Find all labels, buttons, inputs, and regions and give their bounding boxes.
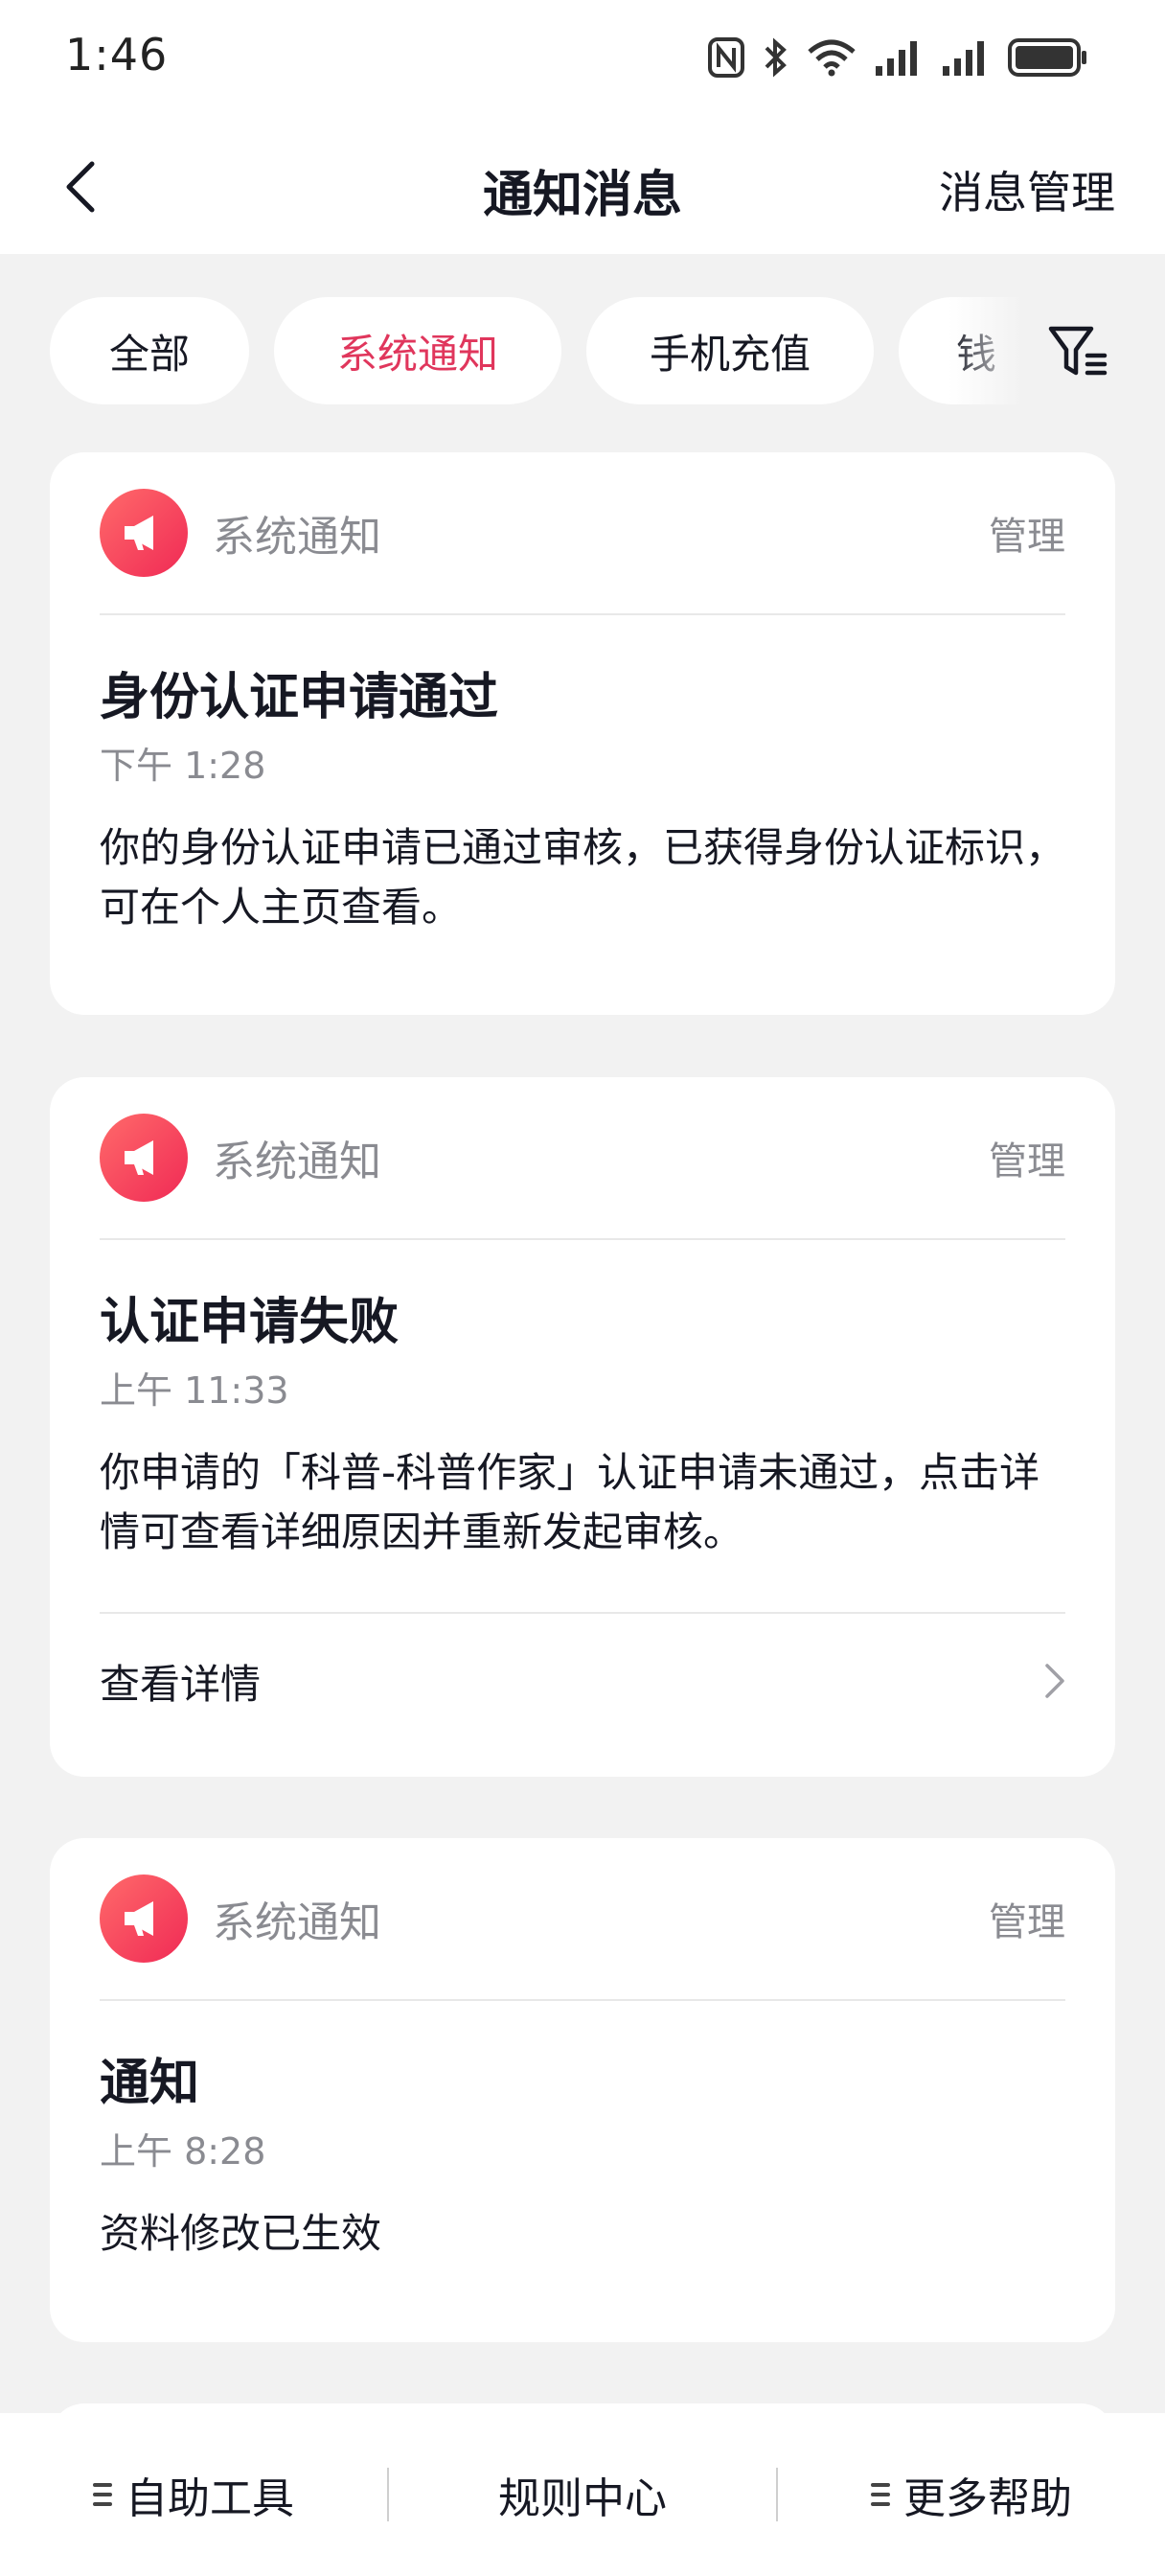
status-time: 1:46 — [65, 29, 169, 80]
manage-button[interactable]: 管理 — [989, 1891, 1065, 1946]
card-body: 资料修改已生效 — [100, 2210, 382, 2257]
card-time: 上午 8:28 — [100, 2130, 266, 2173]
signal-icon-1 — [876, 41, 917, 76]
view-details-label: 查看详情 — [100, 1660, 262, 1708]
card-header: 系统通知 管理 — [100, 1838, 1065, 2001]
tab-system-notice[interactable]: 系统通知 — [274, 297, 561, 404]
card-title: 身份认证申请通过 — [100, 669, 499, 726]
status-icons — [707, 36, 1088, 79]
megaphone-icon — [125, 1140, 153, 1175]
nfc-icon — [708, 37, 744, 78]
card-source: 系统通知 — [213, 1138, 381, 1186]
card-time: 上午 11:33 — [100, 1369, 289, 1412]
category-tabs: 全部 系统通知 手机充值 钱 — [50, 297, 1027, 407]
filter-icon — [1048, 326, 1108, 376]
card-header: 系统通知 管理 — [100, 1077, 1065, 1240]
view-details-row[interactable]: 查看详情 — [100, 1612, 1065, 1748]
card-body: 你的身份认证申请已通过审核，已获得身份认证标识，可在个人主页查看。 — [100, 824, 1066, 931]
filter-button[interactable] — [1044, 318, 1111, 385]
manage-button[interactable]: 管理 — [989, 1130, 1065, 1185]
notification-card[interactable]: 系统通知 管理 认证申请失败 上午 11:33 你申请的「科普-科普作家」认证申… — [50, 1077, 1115, 1777]
card-header: 系统通知 管理 — [100, 452, 1065, 615]
signal-icon-2 — [943, 41, 984, 76]
message-management-button[interactable]: 消息管理 — [939, 158, 1115, 221]
notification-card[interactable]: 系统通知 管理 身份认证申请通过 下午 1:28 你的身份认证申请已通过审核，已… — [50, 452, 1115, 1015]
card-source: 系统通知 — [213, 1898, 381, 1947]
rules-center-label: 规则中心 — [498, 2474, 667, 2523]
megaphone-icon — [125, 1901, 153, 1936]
system-notice-avatar — [100, 1114, 188, 1202]
more-help-label: 更多帮助 — [903, 2474, 1072, 2523]
system-notice-avatar — [100, 1874, 188, 1963]
bluetooth-icon — [765, 37, 787, 78]
chevron-right-icon — [1045, 1664, 1064, 1698]
card-title: 认证申请失败 — [100, 1294, 400, 1351]
tab-all[interactable]: 全部 — [50, 297, 249, 404]
card-body: 你申请的「科普-科普作家」认证申请未通过，点击详情可查看详细原因并重新发起审核。 — [100, 1449, 1040, 1555]
card-title: 通知 — [100, 2055, 200, 2112]
tab-phone-recharge[interactable]: 手机充值 — [586, 297, 874, 404]
card-source: 系统通知 — [213, 513, 381, 562]
rules-center-button[interactable]: 规则中心 — [389, 2468, 776, 2523]
more-help-button[interactable]: 更多帮助 — [778, 2468, 1165, 2523]
manage-button[interactable]: 管理 — [989, 505, 1065, 561]
self-service-tools-label: 自助工具 — [126, 2474, 294, 2523]
menu-icon — [871, 2483, 890, 2506]
nav-bar: 通知消息 消息管理 — [0, 120, 1165, 254]
card-time: 下午 1:28 — [100, 745, 266, 787]
megaphone-icon — [125, 516, 153, 550]
wifi-icon — [808, 39, 856, 77]
status-bar: 1:46 — [0, 0, 1165, 120]
bottom-bar: 自助工具 规则中心 更多帮助 — [0, 2413, 1165, 2576]
system-notice-avatar — [100, 489, 188, 577]
battery-icon — [1008, 38, 1086, 77]
self-service-tools-button[interactable]: 自助工具 — [0, 2468, 387, 2523]
tabs-fade — [948, 288, 1054, 412]
notification-card[interactable]: 系统通知 管理 通知 上午 8:28 资料修改已生效 — [50, 1838, 1115, 2342]
menu-icon — [93, 2483, 112, 2506]
